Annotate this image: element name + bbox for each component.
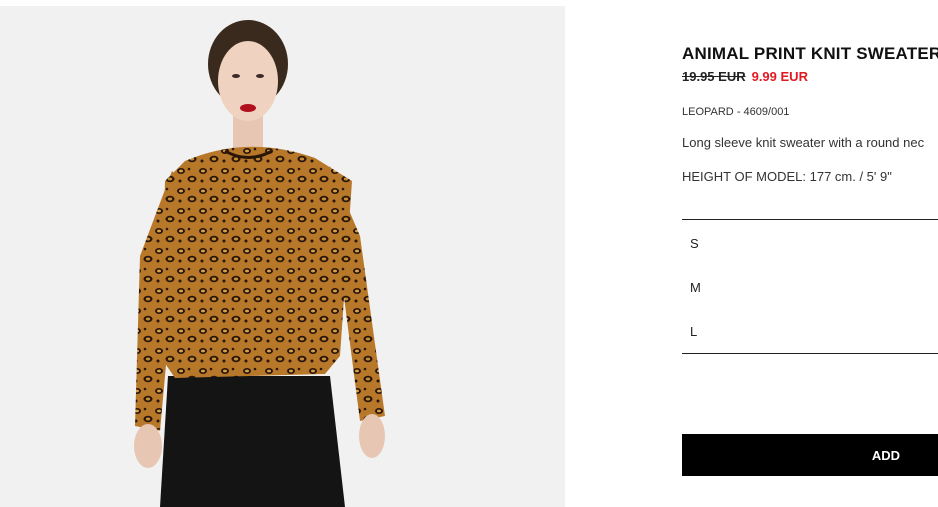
model-illustration [134,20,385,507]
color-name: LEOPARD [682,106,734,118]
ref-separator: - [733,106,744,118]
size-option-m[interactable]: M [690,278,930,298]
product-description: Long sleeve knit sweater with a round ne… [682,135,925,150]
product-reference: LEOPARD - 4609/001 [682,106,789,118]
sale-price: 9.99 EUR [751,69,808,84]
add-to-cart-button[interactable]: ADD [682,434,938,476]
old-price: 19.95 EUR [682,69,746,84]
price-block: 19.95 EUR 9.99 EUR [682,69,808,84]
reference-code: 4609/001 [743,106,790,118]
size-selector: S M L [682,219,938,354]
product-image[interactable] [0,6,565,507]
size-option-s[interactable]: S [690,234,930,254]
product-title: ANIMAL PRINT KNIT SWEATER [682,44,938,63]
model-height: HEIGHT OF MODEL: 177 cm. / 5' 9" [682,169,892,184]
product-info-panel: ANIMAL PRINT KNIT SWEATER 19.95 EUR 9.99 … [682,0,938,507]
size-option-l[interactable]: L [690,322,930,342]
